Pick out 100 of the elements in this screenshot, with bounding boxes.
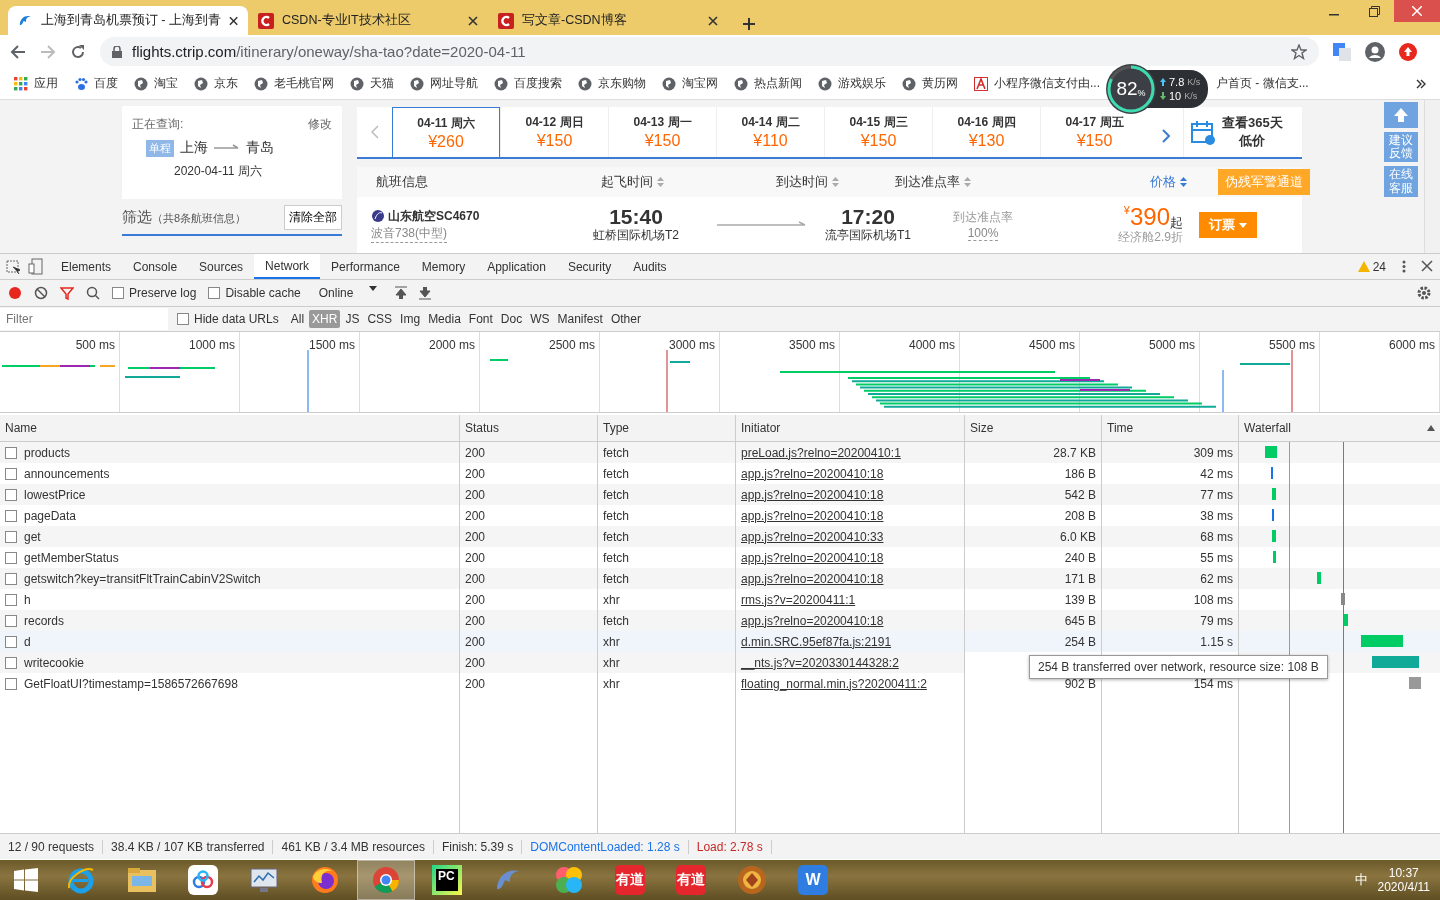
request-name[interactable]: d: [24, 634, 31, 649]
clear-icon[interactable]: [34, 286, 48, 300]
browser-tab[interactable]: 写文章-CSDN博客: [488, 6, 728, 35]
bookmark[interactable]: 热点新闻: [734, 75, 802, 92]
record-icon[interactable]: [8, 286, 22, 300]
close-icon[interactable]: [468, 15, 478, 26]
bookmark[interactable]: 天猫: [350, 75, 394, 92]
filter-icon[interactable]: [60, 286, 74, 300]
type-filter[interactable]: All: [287, 310, 308, 328]
translate-icon[interactable]: [1333, 42, 1351, 61]
more-bookmarks-icon[interactable]: [1416, 78, 1426, 89]
type-filter[interactable]: Img: [397, 310, 424, 328]
column-header[interactable]: Initiator: [741, 421, 781, 435]
request-name[interactable]: records: [24, 613, 64, 628]
clear-all-button[interactable]: 清除全部: [284, 205, 342, 230]
account-icon[interactable]: [1365, 41, 1385, 62]
plus-icon[interactable]: [742, 17, 756, 31]
type-filter[interactable]: Other: [607, 310, 644, 328]
bookmark[interactable]: 淘宝网: [662, 75, 718, 92]
column-header[interactable]: Time: [1107, 421, 1134, 435]
download-icon[interactable]: [418, 286, 431, 300]
type-filter[interactable]: JS: [342, 310, 363, 328]
filter-field[interactable]: Filter: [0, 308, 168, 330]
clock[interactable]: 10:37 2020/4/11: [1377, 865, 1430, 895]
column-header[interactable]: Type: [603, 421, 629, 435]
devtools-tab[interactable]: Sources: [188, 254, 255, 279]
column-header[interactable]: Status: [465, 421, 500, 435]
column-header[interactable]: 航班信息: [376, 173, 428, 191]
type-filter[interactable]: Doc: [497, 310, 526, 328]
checkbox[interactable]: [208, 287, 221, 299]
date-tab[interactable]: 04-11 周六 ¥260: [392, 107, 500, 157]
devtools-tab[interactable]: Performance: [320, 254, 411, 279]
browser-tab[interactable]: 上海到青岛机票预订 - 上海到青: [8, 6, 248, 35]
devtools-tab[interactable]: Console: [122, 254, 189, 279]
checkbox[interactable]: [112, 287, 124, 299]
close-icon[interactable]: [228, 15, 238, 26]
reload-icon[interactable]: [70, 43, 86, 60]
checkbox[interactable]: [177, 313, 189, 325]
sort-icon[interactable]: [1427, 425, 1435, 431]
throttle-dropdown[interactable]: Online: [312, 285, 383, 301]
bookmark[interactable]: 应用: [14, 75, 58, 92]
request-name[interactable]: products: [24, 445, 71, 460]
taskbar-button[interactable]: W: [784, 860, 842, 900]
restore-icon[interactable]: [1368, 5, 1380, 17]
address-bar[interactable]: flights.ctrip.com/itinerary/oneway/sha-tao?date=2020-04-11: [100, 37, 1319, 66]
request-name[interactable]: writecookie: [24, 655, 85, 670]
update-icon[interactable]: [1399, 42, 1417, 61]
bookmark[interactable]: 网址导航: [410, 75, 478, 92]
checkbox-label[interactable]: Preserve log: [129, 286, 197, 300]
initiator-link[interactable]: app.js?relno=20200410:18: [741, 550, 884, 565]
checkbox-label[interactable]: Disable cache: [225, 286, 301, 300]
request-name[interactable]: lowestPrice: [24, 487, 86, 502]
star-icon[interactable]: [1291, 43, 1307, 60]
devtools-tab[interactable]: Security: [556, 254, 623, 279]
column-header[interactable]: 到达准点率: [895, 173, 971, 191]
request-name[interactable]: h: [24, 592, 31, 607]
bookmark[interactable]: 京东: [194, 75, 238, 92]
checkbox-label[interactable]: Hide data URLs: [194, 312, 279, 326]
taskbar-button[interactable]: 有道: [662, 860, 720, 900]
column-header[interactable]: 价格: [1150, 173, 1187, 191]
column-header[interactable]: 起飞时间: [601, 173, 664, 191]
type-filter[interactable]: Media: [425, 310, 464, 328]
taskbar-button[interactable]: PC: [418, 860, 476, 900]
bookmark[interactable]: 百度: [74, 75, 118, 92]
column-header[interactable]: Size: [970, 421, 994, 435]
request-name[interactable]: GetFloatUI?timestamp=1586572667698: [24, 676, 238, 691]
type-filter[interactable]: Manifest: [554, 310, 606, 328]
back-icon[interactable]: [10, 43, 26, 60]
bookmark[interactable]: 户首页 - 微信支...: [1216, 75, 1309, 92]
initiator-link[interactable]: floating_normal.min.js?20200411:2: [741, 676, 927, 691]
warning-count[interactable]: 24: [1372, 259, 1386, 274]
bookmark[interactable]: 淘宝: [134, 75, 178, 92]
devtools-tab[interactable]: Memory: [410, 254, 477, 279]
column-header[interactable]: Waterfall: [1244, 421, 1291, 435]
devtools-tab[interactable]: Audits: [622, 254, 678, 279]
request-name[interactable]: get: [24, 529, 41, 544]
browser-tab[interactable]: CSDN-专业IT技术社区: [248, 6, 488, 35]
bookmark[interactable]: 百度搜索: [494, 75, 562, 92]
settings-icon[interactable]: [1416, 285, 1432, 301]
input-method-indicator[interactable]: 中: [1354, 871, 1368, 889]
type-filter[interactable]: Font: [465, 310, 496, 328]
next-button[interactable]: [1159, 127, 1172, 145]
request-name[interactable]: announcements: [24, 466, 110, 481]
back-to-top-button[interactable]: [1384, 102, 1418, 128]
upload-icon[interactable]: [394, 286, 407, 300]
bookmark[interactable]: 黄历网: [902, 75, 958, 92]
initiator-link[interactable]: app.js?relno=20200410:18: [741, 508, 884, 523]
devtools-tab[interactable]: Elements: [50, 254, 123, 279]
calendar-link[interactable]: 查看365天 低价: [1183, 107, 1299, 157]
bookmark[interactable]: 京东购物: [578, 75, 646, 92]
close-icon[interactable]: [708, 15, 718, 26]
devtools-tab[interactable]: Application: [476, 254, 557, 279]
bookmark[interactable]: 老毛桃官网: [254, 75, 334, 92]
type-filter[interactable]: CSS: [364, 310, 396, 328]
bookmark[interactable]: 游戏娱乐: [818, 75, 886, 92]
column-header[interactable]: Name: [5, 421, 37, 435]
bookmark[interactable]: 小程序微信支付由...: [974, 75, 1100, 92]
request-name[interactable]: pageData: [24, 508, 77, 523]
edit-link[interactable]: 修改: [308, 116, 332, 133]
column-header[interactable]: 到达时间: [776, 173, 839, 191]
